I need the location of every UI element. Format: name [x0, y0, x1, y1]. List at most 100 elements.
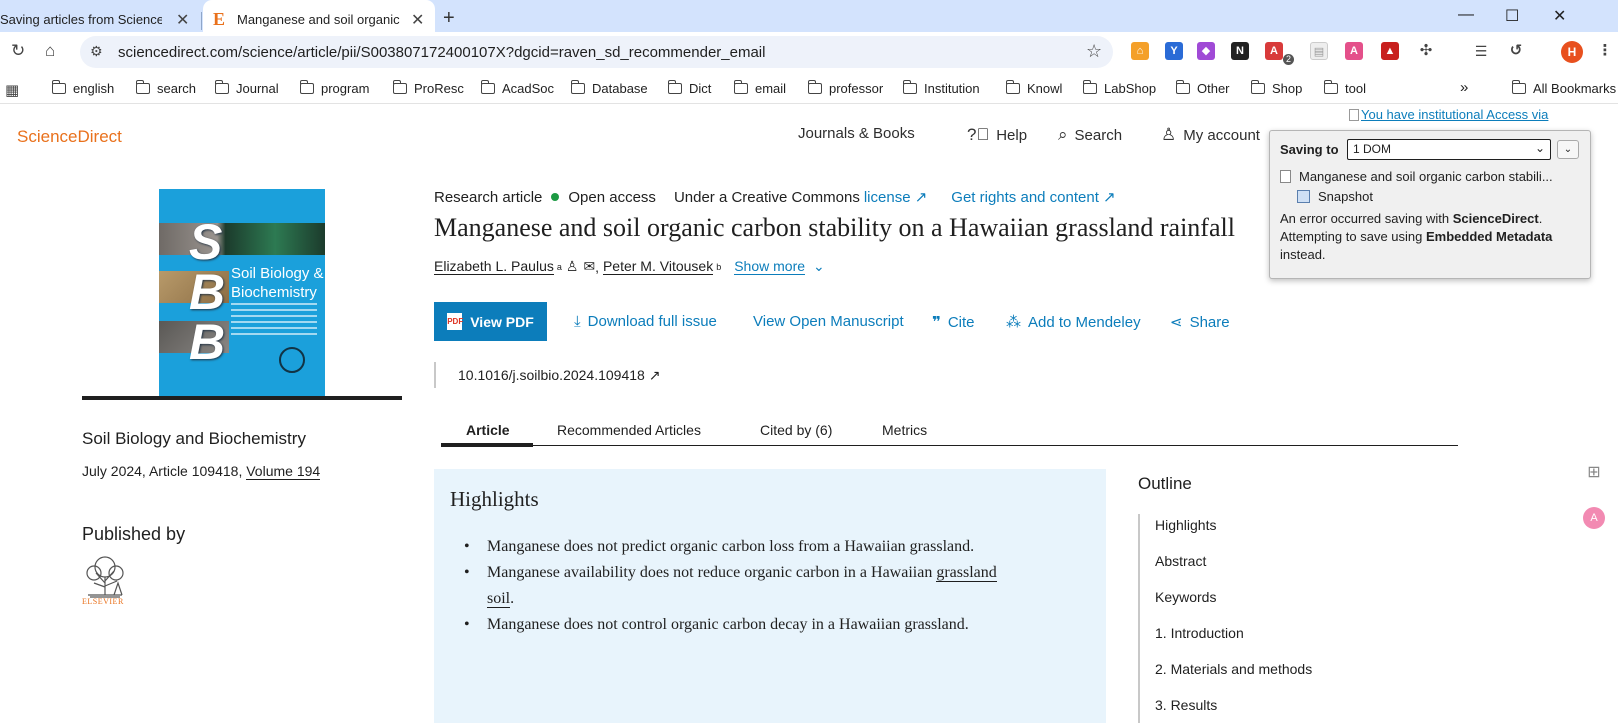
bookmark-folder-database[interactable]: Database: [570, 80, 648, 96]
translate-icon[interactable]: A: [1345, 42, 1363, 60]
reading-list-icon[interactable]: ☰: [1472, 42, 1490, 60]
outline-link[interactable]: Abstract: [1155, 553, 1206, 569]
outline-link[interactable]: Keywords: [1155, 589, 1216, 605]
view-pdf-button[interactable]: PDF View PDF: [434, 302, 547, 341]
institutional-access-link[interactable]: You have institutional Access via: [1361, 107, 1548, 122]
folder-icon: [807, 80, 822, 94]
journals-books-link[interactable]: Journals & Books: [798, 125, 915, 142]
outline-heading: Outline: [1138, 474, 1192, 493]
download-issue-button[interactable]: ⤓ Download full issue: [574, 313, 717, 330]
open-manuscript-button[interactable]: View Open Manuscript: [753, 313, 904, 330]
home-icon[interactable]: ⌂: [45, 41, 55, 61]
journal-cover-image[interactable]: S B B Soil Biology & Biochemistry: [159, 189, 325, 399]
zotero-page-icon[interactable]: ▤: [1310, 42, 1328, 60]
bookmark-folder-program[interactable]: program: [299, 80, 369, 96]
apps-grid-icon[interactable]: ▦: [5, 81, 19, 99]
issue-info: July 2024, Article 109418, Volume 194: [82, 463, 321, 480]
bookmark-folder-search[interactable]: search: [135, 80, 196, 96]
folder-icon: [1082, 80, 1097, 94]
show-more-link[interactable]: Show more: [734, 258, 806, 275]
saved-item-row[interactable]: Manganese and soil organic carbon stabil…: [1280, 169, 1553, 184]
url-text[interactable]: sciencedirect.com/science/article/pii/S0…: [118, 44, 765, 61]
outline-link[interactable]: 1. Introduction: [1155, 625, 1244, 641]
maximize-icon[interactable]: ☐: [1505, 6, 1519, 26]
license-link[interactable]: license ↗: [864, 188, 927, 206]
bookmark-folder-shop[interactable]: Shop: [1250, 80, 1302, 96]
close-window-icon[interactable]: ✕: [1553, 6, 1566, 26]
extension-purple-icon[interactable]: ◆: [1197, 42, 1215, 60]
tab-recommended-articles[interactable]: Recommended Articles: [557, 422, 701, 438]
all-bookmarks-folder[interactable]: All Bookmarks: [1511, 80, 1616, 96]
bookmark-folder-english[interactable]: english: [51, 80, 114, 96]
add-to-mendeley-button[interactable]: ⁂ Add to Mendeley: [1006, 313, 1141, 332]
tab-title: Saving articles from ScienceD: [0, 12, 162, 27]
extensions-puzzle-icon[interactable]: ✣: [1417, 42, 1435, 60]
author-link[interactable]: Elizabeth L. Paulus: [434, 258, 554, 275]
share-button[interactable]: ⋖ Share: [1170, 313, 1230, 332]
site-info-icon[interactable]: ⚙: [90, 43, 103, 60]
snapshot-icon: [1297, 190, 1310, 203]
notion-icon[interactable]: N: [1231, 42, 1249, 60]
folder-icon: [1005, 80, 1020, 94]
cite-button[interactable]: ❞ Cite: [932, 313, 975, 332]
published-by-heading: Published by: [82, 524, 186, 544]
volume-link[interactable]: Volume 194: [246, 463, 321, 480]
bookmark-folder-labshop[interactable]: LabShop: [1082, 80, 1156, 96]
profile-avatar[interactable]: H: [1561, 41, 1583, 63]
browser-menu-icon[interactable]: ⋮: [1596, 42, 1614, 60]
close-tab-icon[interactable]: ✕: [411, 10, 424, 30]
highlights-heading: Highlights: [450, 487, 539, 511]
extension-y-icon[interactable]: Y: [1165, 42, 1183, 60]
pdf-extension-icon[interactable]: ▲: [1381, 42, 1399, 60]
address-bar[interactable]: ⚙ sciencedirect.com/science/article/pii/…: [80, 36, 1113, 68]
tab-article[interactable]: Article: [466, 422, 510, 438]
journal-title-link[interactable]: Soil Biology and Biochemistry: [82, 429, 306, 449]
extension-home-icon[interactable]: ⌂: [1131, 42, 1149, 60]
rights-link[interactable]: Get rights and content ↗: [951, 188, 1115, 206]
help-icon: ?⃝: [967, 125, 990, 144]
bookmark-folder-email[interactable]: email: [733, 80, 786, 96]
collection-select[interactable]: 1 DOM ⌄: [1347, 139, 1551, 160]
outline-link[interactable]: Highlights: [1155, 517, 1216, 533]
expand-collections-button[interactable]: ⌄: [1557, 140, 1579, 159]
highlight-item: Manganese does not predict organic carbo…: [450, 534, 1010, 560]
reload-icon[interactable]: ↻: [11, 41, 25, 61]
my-account-link[interactable]: ♙ My account: [1161, 125, 1260, 145]
email-icon[interactable]: ✉: [583, 258, 595, 275]
bookmark-folder-journal[interactable]: Journal: [214, 80, 279, 96]
bookmark-folder-institution[interactable]: Institution: [902, 80, 980, 96]
attachment-row[interactable]: Snapshot: [1297, 189, 1373, 204]
extension-badge: 2: [1283, 54, 1295, 65]
author-profile-icon[interactable]: ♙: [566, 258, 579, 275]
outline-link[interactable]: 3. Results: [1155, 697, 1217, 713]
elsevier-tree-logo-icon[interactable]: [82, 553, 128, 603]
doi-link[interactable]: 10.1016/j.soilbio.2024.109418 ↗: [458, 367, 660, 384]
tab-cited-by[interactable]: Cited by (6): [760, 422, 832, 438]
cover-letter: S: [189, 214, 223, 270]
tab-metrics[interactable]: Metrics: [882, 422, 927, 438]
sciencedirect-logo[interactable]: ScienceDirect: [17, 127, 122, 147]
help-link[interactable]: ?⃝ Help: [967, 125, 1027, 145]
bookmark-folder-proresc[interactable]: ProResc: [392, 80, 464, 96]
bookmark-folder-knowl[interactable]: Knowl: [1005, 80, 1062, 96]
add-widget-icon[interactable]: ⊞: [1583, 462, 1605, 484]
history-icon[interactable]: ↺: [1507, 42, 1525, 60]
more-bookmarks-icon[interactable]: »: [1460, 79, 1468, 96]
search-link[interactable]: ⌕ Search: [1058, 125, 1122, 145]
folder-icon: [392, 80, 407, 94]
close-tab-icon[interactable]: ✕: [176, 10, 189, 30]
bookmark-folder-tool[interactable]: tool: [1323, 80, 1366, 96]
author-link[interactable]: Peter M. Vitousek: [602, 258, 714, 275]
minimize-icon[interactable]: —: [1458, 6, 1474, 24]
bookmark-folder-other[interactable]: Other: [1175, 80, 1230, 96]
translate-float-icon[interactable]: A: [1583, 507, 1605, 529]
bookmark-star-icon[interactable]: ☆: [1086, 41, 1102, 62]
adblock-icon[interactable]: A: [1265, 42, 1283, 60]
active-tab-indicator: [441, 443, 533, 447]
new-tab-icon[interactable]: +: [443, 7, 455, 30]
outline-link[interactable]: 2. Materials and methods: [1155, 661, 1312, 677]
bookmark-folder-dict[interactable]: Dict: [667, 80, 711, 96]
bookmark-folder-acadsoc[interactable]: AcadSoc: [480, 80, 554, 96]
bookmark-folder-professor[interactable]: professor: [807, 80, 883, 96]
chevron-down-icon[interactable]: ⌄: [813, 258, 825, 275]
